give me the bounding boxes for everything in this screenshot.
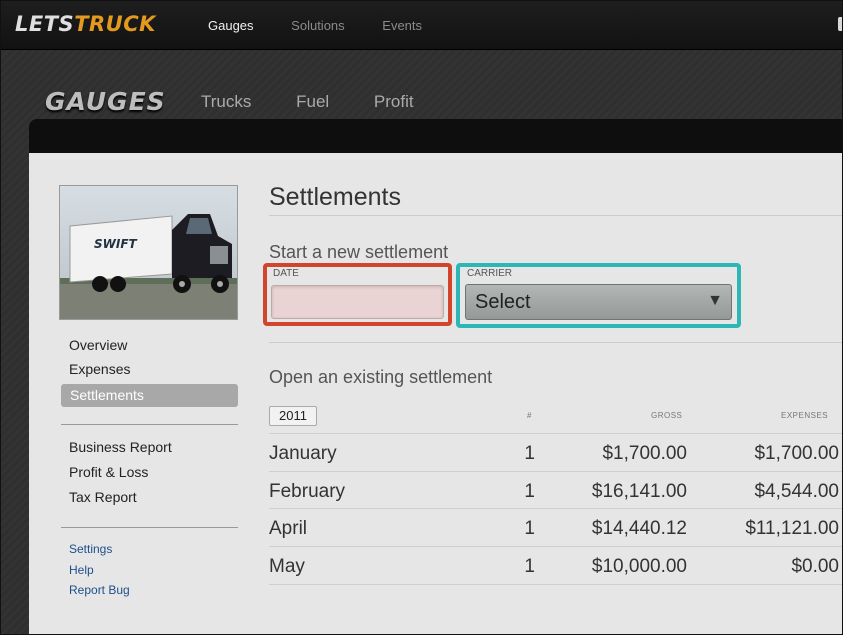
sidebar-item-profit-loss[interactable]: Profit & Loss	[69, 464, 148, 480]
row-num: 1	[524, 443, 535, 464]
column-header-expenses: EXPENSES	[781, 411, 829, 420]
topnav-gauges[interactable]: Gauges	[208, 18, 254, 33]
table-row[interactable]: April 1 $14,440.12 $11,121.00	[269, 516, 842, 544]
user-menu-icon[interactable]	[838, 17, 842, 31]
row-month: February	[269, 481, 346, 502]
row-divider	[269, 584, 842, 585]
carrier-highlight	[456, 263, 741, 328]
table-row[interactable]: January 1 $1,700.00 $1,700.00	[269, 441, 842, 469]
row-expenses: $1,700.00	[754, 443, 839, 464]
subnav-trucks[interactable]: Trucks	[201, 92, 251, 111]
sidebar-item-label: Settlements	[70, 387, 144, 403]
logo-lets: LETS	[15, 12, 75, 36]
sidebar-item-settlements[interactable]: Settlements	[61, 384, 238, 407]
row-num: 1	[524, 518, 535, 539]
open-settlement-heading: Open an existing settlement	[269, 367, 493, 387]
sidebar-link-report-bug[interactable]: Report Bug	[69, 583, 130, 597]
date-highlight	[263, 263, 452, 326]
svg-text:SWIFT: SWIFT	[94, 237, 138, 251]
table-row[interactable]: February 1 $16,141.00 $4,544.00	[269, 479, 842, 507]
title-divider	[269, 215, 842, 216]
sidebar-item-overview[interactable]: Overview	[69, 337, 127, 353]
topnav-solutions[interactable]: Solutions	[291, 18, 344, 33]
topnav-events[interactable]: Events	[382, 18, 422, 33]
sidebar-item-business-report[interactable]: Business Report	[69, 439, 172, 455]
row-divider	[269, 433, 842, 434]
app-window: LETSTRUCK Gauges Solutions Events GAUGES…	[0, 0, 843, 635]
row-gross: $10,000.00	[591, 556, 687, 577]
row-expenses: $11,121.00	[745, 518, 839, 539]
sidebar-item-tax-report[interactable]: Tax Report	[69, 489, 137, 505]
year-selector[interactable]: 2011	[269, 406, 317, 426]
row-expenses: $0.00	[791, 556, 839, 577]
row-gross: $1,700.00	[602, 443, 687, 464]
section-band	[29, 119, 842, 153]
row-divider	[269, 471, 842, 472]
subnav-fuel[interactable]: Fuel	[296, 92, 329, 111]
column-header-gross: GROSS	[651, 411, 683, 420]
row-gross: $16,141.00	[591, 481, 687, 502]
column-header-num: #	[527, 411, 532, 420]
sidebar-divider	[61, 527, 238, 528]
row-divider	[269, 508, 842, 509]
table-row[interactable]: May 1 $10,000.00 $0.00	[269, 554, 842, 582]
new-settlement-heading: Start a new settlement	[269, 242, 449, 262]
section-subnav: Trucks Fuel Profit	[201, 92, 454, 112]
row-num: 1	[524, 556, 535, 577]
row-month: April	[269, 518, 308, 539]
sidebar-link-help[interactable]: Help	[69, 563, 94, 577]
row-expenses: $4,544.00	[754, 481, 839, 502]
logo-truck: TRUCK	[74, 12, 156, 36]
row-month: January	[269, 443, 337, 464]
sidebar-link-settings[interactable]: Settings	[69, 542, 112, 556]
top-nav: Gauges Solutions Events	[208, 18, 456, 33]
row-gross: $14,440.12	[591, 518, 687, 539]
row-month: May	[269, 556, 305, 577]
page-title: Settlements	[269, 183, 402, 211]
row-num: 1	[524, 481, 535, 502]
truck-image: SWIFT	[59, 185, 238, 320]
row-divider	[269, 546, 842, 547]
sidebar-item-expenses[interactable]: Expenses	[69, 361, 130, 377]
subnav-profit[interactable]: Profit	[374, 92, 414, 111]
section-divider	[269, 342, 842, 343]
sidebar-divider	[61, 424, 238, 425]
app-logo[interactable]: LETSTRUCK	[15, 12, 156, 36]
top-bar: LETSTRUCK Gauges Solutions Events	[1, 1, 842, 50]
section-title: GAUGES	[45, 87, 166, 116]
